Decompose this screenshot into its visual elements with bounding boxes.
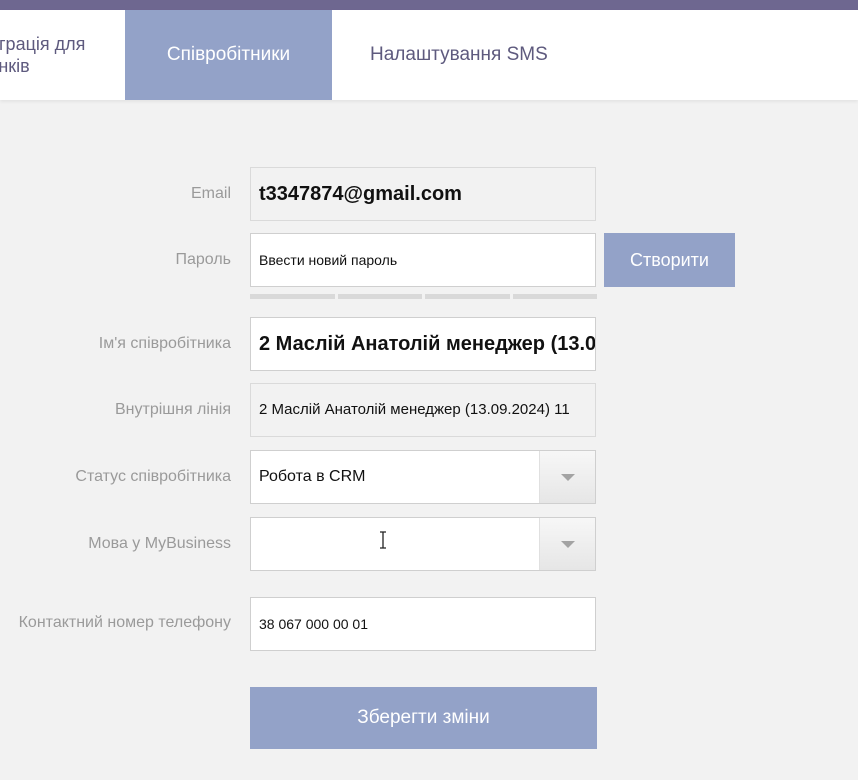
contact-phone-input[interactable]: 38 067 000 00 01: [250, 597, 596, 651]
tab-employees[interactable]: Співробітники: [125, 10, 332, 100]
language-select[interactable]: [250, 517, 596, 571]
internal-line-value: 2 Маслій Анатолій менеджер (13.09.2024) …: [259, 401, 570, 418]
contact-phone-label: Контактний номер телефону: [18, 614, 231, 631]
tab-call-integration-line1: Інтеграція для: [0, 34, 86, 54]
employee-name-value: 2 Маслій Анатолій менеджер (13.09.2024) …: [259, 333, 596, 355]
password-placeholder: Ввести новий пароль: [259, 252, 398, 268]
strength-segment: [512, 294, 597, 299]
strength-segment: [337, 294, 422, 299]
language-dropdown-toggle[interactable]: [539, 518, 595, 570]
email-field: t3347874@gmail.com: [250, 167, 596, 221]
internal-line-label: Внутрішня лінія: [114, 401, 231, 418]
chevron-down-icon: [560, 473, 575, 481]
tab-call-integration-line2: дзвінків: [0, 56, 30, 76]
employee-status-label: Статус співробітника: [75, 468, 231, 485]
strength-segment: [250, 294, 335, 299]
employee-name-label: Ім'я співробітника: [98, 335, 231, 352]
tab-call-integration[interactable]: Інтеграція для дзвінків: [0, 10, 125, 100]
employee-status-value: Робота в CRM: [259, 468, 366, 485]
generate-password-button[interactable]: Створити: [604, 233, 735, 287]
strength-segment: [425, 294, 510, 299]
tab-bar: Інтеграція для дзвінків Співробітники На…: [0, 10, 858, 100]
email-value: t3347874@gmail.com: [259, 183, 462, 205]
employee-name-input[interactable]: 2 Маслій Анатолій менеджер (13.09.2024) …: [250, 317, 596, 371]
top-bar: [0, 0, 858, 10]
password-label: Пароль: [175, 251, 231, 268]
contact-phone-placeholder: 38 067 000 00 01: [259, 616, 368, 632]
save-changes-button[interactable]: Зберегти зміни: [250, 687, 597, 749]
text-cursor-icon: [380, 531, 386, 549]
chevron-down-icon: [560, 540, 575, 548]
password-input[interactable]: Ввести новий пароль: [250, 233, 596, 287]
employee-status-select[interactable]: Робота в CRM: [250, 450, 596, 504]
tab-sms-settings[interactable]: Налаштування SMS: [370, 10, 590, 100]
language-label: Мова у MyBusiness: [88, 535, 231, 552]
password-strength-meter: [250, 294, 597, 299]
internal-line-field: 2 Маслій Анатолій менеджер (13.09.2024) …: [250, 383, 596, 437]
status-dropdown-toggle[interactable]: [539, 451, 595, 503]
email-label: Email: [190, 185, 231, 202]
